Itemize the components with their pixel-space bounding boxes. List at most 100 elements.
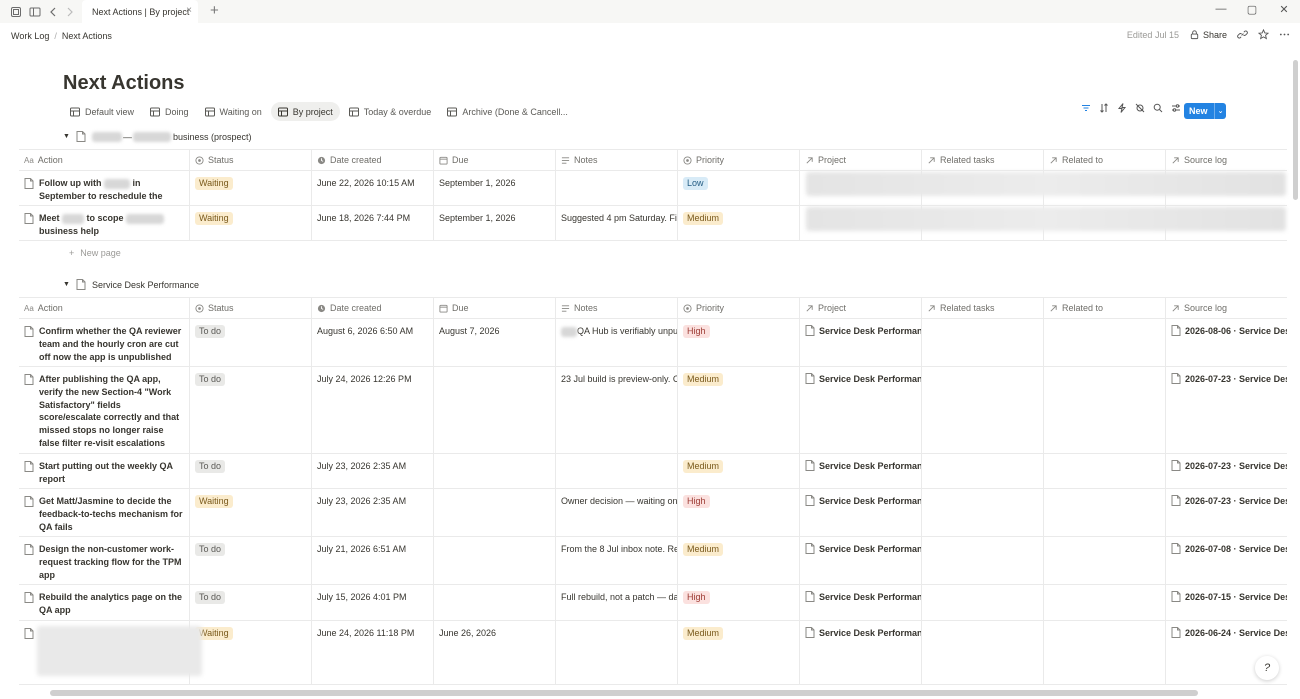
related-to-cell[interactable] <box>1044 319 1166 366</box>
vertical-scrollbar[interactable] <box>1293 60 1298 200</box>
forward-icon[interactable] <box>61 3 79 21</box>
project-link[interactable]: Service Desk Performance <box>819 591 921 604</box>
table-row[interactable]: Get Matt/Jasmine to decide the feedback-… <box>19 489 1287 537</box>
source-log-cell[interactable]: 2026-07-08 · Service Desk P <box>1166 537 1287 584</box>
sidebar-toggle-icon[interactable] <box>26 3 44 21</box>
notes-cell[interactable]: Owner decision — waiting on M <box>556 489 678 536</box>
table-row[interactable]: Waiting June 24, 2026 11:18 PM June 26, … <box>19 621 1287 685</box>
maximize-button[interactable]: ▢ <box>1244 3 1260 16</box>
chevron-down-icon[interactable]: ⌄ <box>1215 107 1226 115</box>
column-header-notes[interactable]: Notes <box>556 298 678 318</box>
column-header-priority[interactable]: Priority <box>678 150 800 170</box>
priority-cell[interactable]: Medium <box>678 621 800 684</box>
project-cell[interactable]: Service Desk Performance <box>800 537 922 584</box>
related-to-cell[interactable] <box>1044 585 1166 620</box>
hide-icon[interactable] <box>1135 103 1145 113</box>
source-log-cell[interactable]: 2026-08-06 · Service Desk P <box>1166 319 1287 366</box>
tab-today-overdue[interactable]: Today & overdue <box>342 102 439 121</box>
column-header-project[interactable]: Project <box>800 150 922 170</box>
date-created-cell[interactable]: June 24, 2026 11:18 PM <box>312 621 434 684</box>
action-cell[interactable]: Design the non-customer work-request tra… <box>19 537 190 584</box>
project-link[interactable]: Service Desk Performance <box>819 325 921 338</box>
collapse-triangle-icon[interactable]: ▼ <box>63 133 70 140</box>
notes-cell[interactable] <box>556 621 678 684</box>
priority-cell[interactable]: High <box>678 585 800 620</box>
collapse-triangle-icon[interactable]: ▼ <box>63 281 70 288</box>
project-link[interactable]: Service Desk Performance <box>819 543 921 556</box>
table-row[interactable]: After publishing the QA app, verify the … <box>19 367 1287 454</box>
due-cell[interactable] <box>434 489 556 536</box>
date-created-cell[interactable]: July 23, 2026 2:35 AM <box>312 489 434 536</box>
source-log-link[interactable]: 2026-07-08 · Service Desk P <box>1185 543 1287 556</box>
status-cell[interactable]: Waiting <box>190 489 312 536</box>
group-header-prospect[interactable]: ▼ — business (prospect) <box>63 131 251 142</box>
related-tasks-cell[interactable] <box>922 621 1044 684</box>
breadcrumb-item-next-actions[interactable]: Next Actions <box>62 31 112 41</box>
related-tasks-cell[interactable] <box>922 537 1044 584</box>
automation-icon[interactable] <box>1117 103 1127 113</box>
project-cell[interactable]: Service Desk Performance <box>800 367 922 453</box>
sort-icon[interactable] <box>1099 103 1109 113</box>
source-log-link[interactable]: 2026-07-15 · Service Desk P <box>1185 591 1287 604</box>
project-cell[interactable]: Service Desk Performance <box>800 621 922 684</box>
help-button[interactable]: ? <box>1255 656 1279 680</box>
related-to-cell[interactable] <box>1044 454 1166 488</box>
priority-cell[interactable]: High <box>678 489 800 536</box>
date-created-cell[interactable]: July 21, 2026 6:51 AM <box>312 537 434 584</box>
priority-cell[interactable]: Low <box>678 171 800 205</box>
source-log-cell[interactable]: 2026-07-23 · Service Desk P <box>1166 489 1287 536</box>
due-cell[interactable]: June 26, 2026 <box>434 621 556 684</box>
source-log-link[interactable]: 2026-08-06 · Service Desk P <box>1185 325 1287 338</box>
date-created-cell[interactable]: July 15, 2026 4:01 PM <box>312 585 434 620</box>
column-header-related-to[interactable]: Related to <box>1044 298 1166 318</box>
action-cell[interactable]: Follow up with in September to reschedul… <box>19 171 190 205</box>
priority-cell[interactable]: Medium <box>678 206 800 240</box>
minimize-button[interactable]: — <box>1213 3 1229 15</box>
notes-cell[interactable]: 23 Jul build is preview-only. Cor <box>556 367 678 453</box>
column-header-date-created[interactable]: Date created <box>312 298 434 318</box>
due-cell[interactable] <box>434 585 556 620</box>
column-header-action[interactable]: Aa Action <box>19 298 190 318</box>
related-tasks-cell[interactable] <box>922 585 1044 620</box>
share-button[interactable]: Share <box>1189 29 1227 40</box>
status-cell[interactable]: To do <box>190 537 312 584</box>
priority-cell[interactable]: Medium <box>678 454 800 488</box>
action-cell[interactable]: Get Matt/Jasmine to decide the feedback-… <box>19 489 190 536</box>
tab-doing[interactable]: Doing <box>143 102 196 121</box>
action-cell[interactable]: Confirm whether the QA reviewer team and… <box>19 319 190 366</box>
back-icon[interactable] <box>44 3 62 21</box>
project-link[interactable]: Service Desk Performance <box>819 627 921 640</box>
related-to-cell[interactable] <box>1044 537 1166 584</box>
column-header-date-created[interactable]: Date created <box>312 150 434 170</box>
tab-waiting-on[interactable]: Waiting on <box>198 102 269 121</box>
project-link[interactable]: Service Desk Performance <box>819 460 921 473</box>
status-cell[interactable]: To do <box>190 367 312 453</box>
new-button[interactable]: New ⌄ <box>1184 103 1226 119</box>
column-header-due[interactable]: Due <box>434 298 556 318</box>
column-header-due[interactable]: Due <box>434 150 556 170</box>
source-log-link[interactable]: 2026-07-23 · Service Desk P <box>1185 373 1287 386</box>
group-header-service-desk[interactable]: ▼ Service Desk Performance <box>63 279 199 290</box>
status-cell[interactable]: To do <box>190 585 312 620</box>
close-window-button[interactable]: ✕ <box>1276 3 1292 16</box>
source-log-cell[interactable]: 2026-07-23 · Service Desk P <box>1166 454 1287 488</box>
source-log-link[interactable]: 2026-07-23 · Service Desk P <box>1185 495 1287 508</box>
search-icon[interactable] <box>1153 103 1163 113</box>
column-header-notes[interactable]: Notes <box>556 150 678 170</box>
related-tasks-cell[interactable] <box>922 489 1044 536</box>
new-tab-button[interactable]: + <box>210 3 219 18</box>
settings-icon[interactable] <box>1171 103 1181 113</box>
action-cell[interactable]: Meet to scope business help <box>19 206 190 240</box>
notes-cell[interactable] <box>556 454 678 488</box>
page-title[interactable]: Next Actions <box>63 72 185 95</box>
source-log-link[interactable]: 2026-06-24 · Service Desk P <box>1185 627 1287 640</box>
horizontal-scrollbar[interactable] <box>50 690 1198 696</box>
related-to-cell[interactable] <box>1044 367 1166 453</box>
project-cell[interactable]: Service Desk Performance <box>800 319 922 366</box>
table-row[interactable]: Design the non-customer work-request tra… <box>19 537 1287 585</box>
status-cell[interactable]: To do <box>190 454 312 488</box>
notes-cell[interactable]: From the 8 Jul inbox note. Requ <box>556 537 678 584</box>
notes-cell[interactable]: Suggested 4 pm Saturday. Find <box>556 206 678 240</box>
project-link[interactable]: Service Desk Performance <box>819 495 921 508</box>
due-cell[interactable]: September 1, 2026 <box>434 206 556 240</box>
